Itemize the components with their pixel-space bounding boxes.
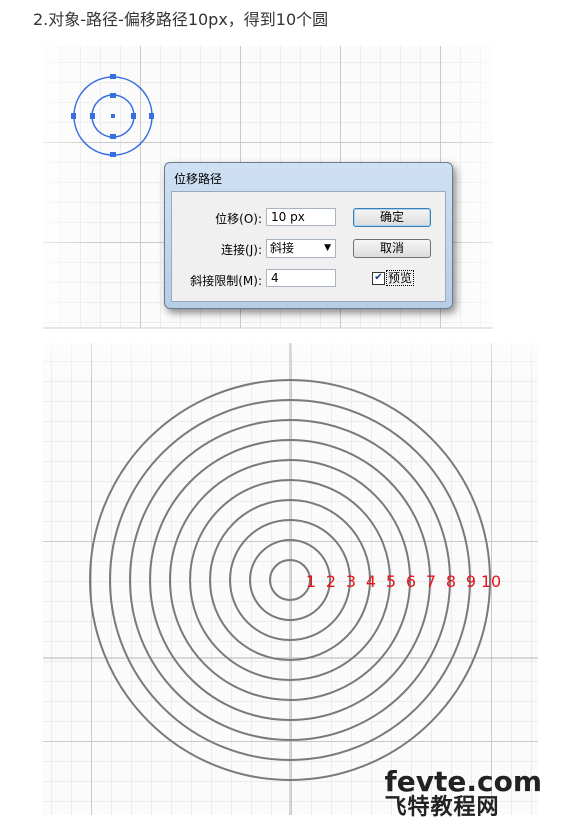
offset-input[interactable] [266,208,336,226]
ring-number-label: 7 [426,572,436,591]
anchor-point[interactable] [110,93,116,98]
offset-path-dialog: 位移路径 位移(O): 连接(J): 斜接 ▼ 斜接限制(M): 确定 取消 ✔… [164,162,453,309]
ring-number-label: 2 [326,572,336,591]
offset-label: 位移(O): [215,212,262,226]
dialog-body: 位移(O): 连接(J): 斜接 ▼ 斜接限制(M): 确定 取消 ✔ 预览 [171,191,446,302]
ring-number-label: 9 [466,572,476,591]
anchor-point[interactable] [131,113,136,119]
ring-number-label: 6 [406,572,416,591]
cancel-button[interactable]: 取消 [353,239,431,258]
anchor-point[interactable] [90,113,95,119]
joins-select[interactable]: 斜接 ▼ [266,239,336,258]
dialog-title: 位移路径 [174,172,223,186]
preview-label[interactable]: 预览 [386,270,415,286]
ring-number-label: 10 [481,572,501,591]
joins-selected-value: 斜接 [270,241,295,255]
ring-number-label: 1 [306,572,316,591]
anchor-point[interactable] [110,134,116,139]
site-watermark: fevte.com 飞特教程网 [385,768,542,820]
ring-number-label: 5 [386,572,396,591]
anchor-point[interactable] [110,74,116,79]
preview-checkbox[interactable]: ✔ [372,272,385,285]
watermark-site-name: 飞特教程网 [384,795,500,820]
ring-number-label: 8 [446,572,456,591]
joins-label: 连接(J): [221,243,262,257]
miter-limit-input[interactable] [266,269,336,287]
anchor-point[interactable] [71,113,76,119]
chevron-down-icon: ▼ [324,243,331,253]
ring-number-labels: 1 2 3 4 5 6 7 8 9 10 [306,572,501,591]
anchor-point[interactable] [110,152,116,157]
ring-number-label: 3 [346,572,356,591]
watermark-domain: fevte.com [384,765,542,798]
ring-number-label: 4 [366,572,376,591]
miter-limit-label: 斜接限制(M): [190,274,262,288]
selected-circles[interactable] [71,74,154,157]
canvas-artwork: 1 2 3 4 5 6 7 8 9 10 [43,74,538,815]
center-point [111,114,115,118]
anchor-point[interactable] [149,113,154,119]
ok-button[interactable]: 确定 [353,208,431,227]
